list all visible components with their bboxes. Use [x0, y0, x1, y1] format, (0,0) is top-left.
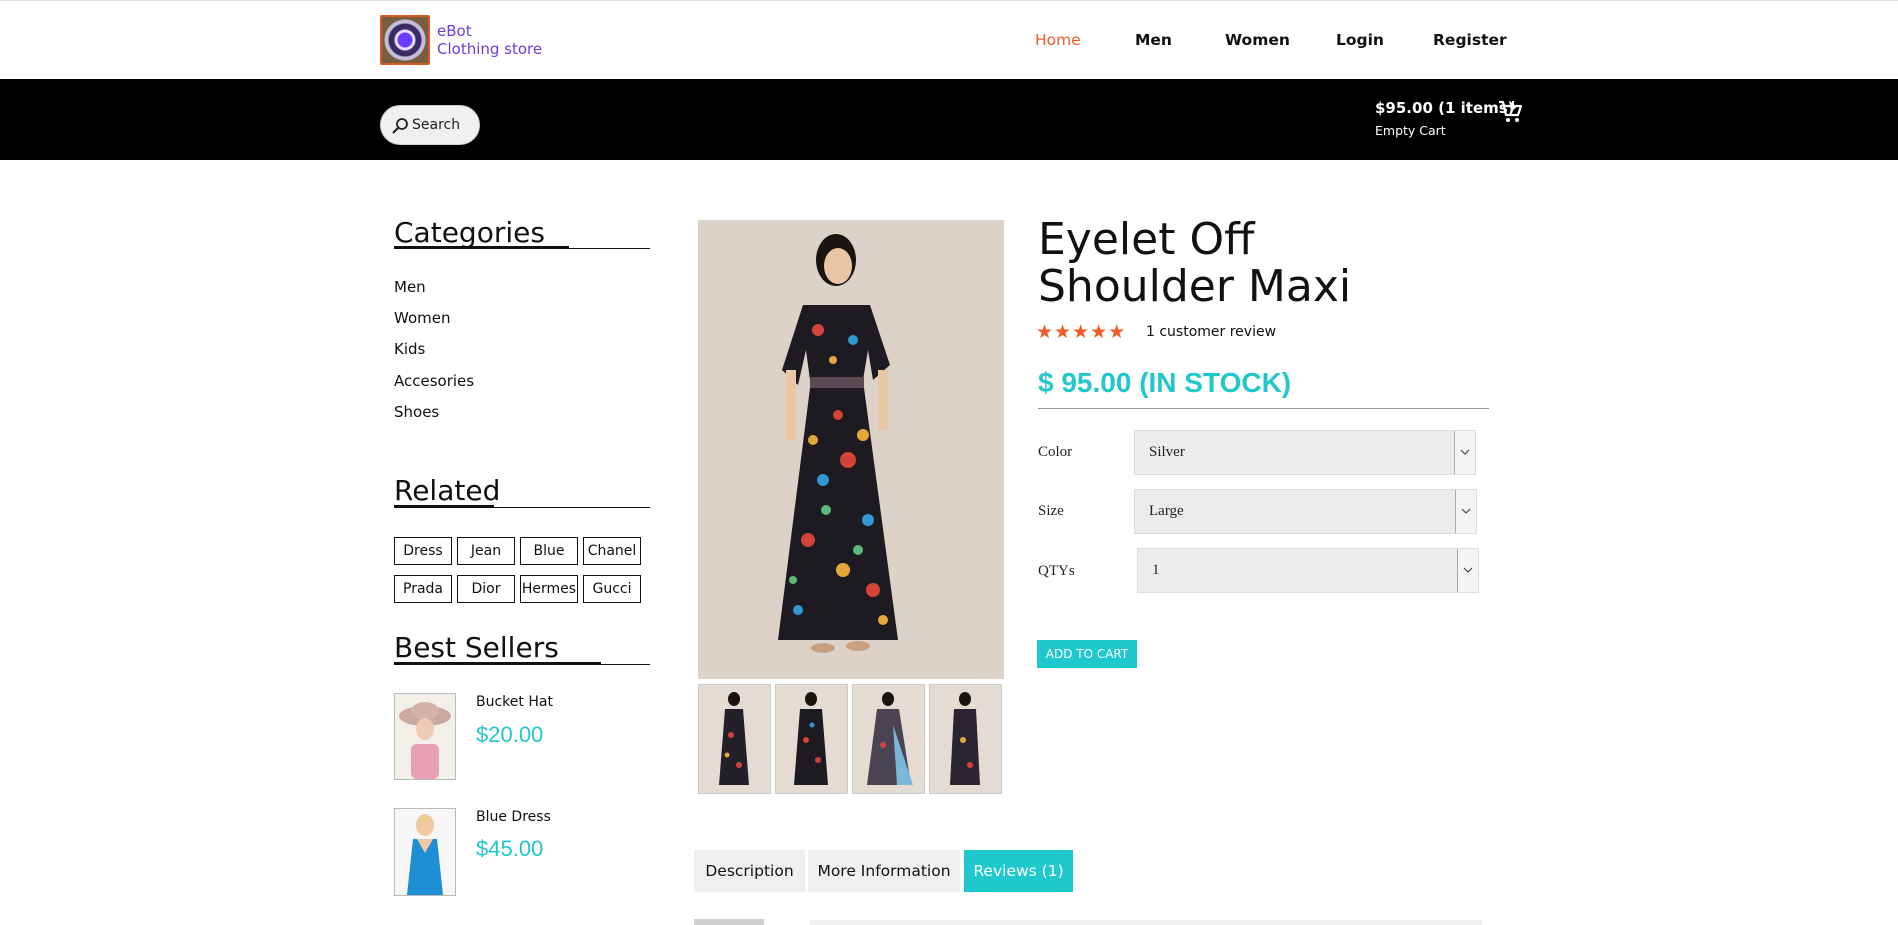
chevron-down-icon	[1457, 549, 1478, 592]
rating-stars: ★★★★★	[1036, 322, 1127, 343]
color-label: Color	[1038, 444, 1073, 460]
size-select[interactable]: Large	[1134, 489, 1477, 534]
cart-icon[interactable]	[1497, 98, 1523, 124]
tag-jean[interactable]: Jean	[457, 537, 515, 565]
logo-icon[interactable]	[380, 15, 430, 65]
chevron-down-icon	[1455, 490, 1476, 533]
nav-home[interactable]: Home	[1035, 31, 1081, 49]
cart-total[interactable]: $95.00 (1 items)	[1375, 99, 1515, 117]
bucket-hat-image[interactable]	[394, 693, 456, 780]
add-to-cart-button[interactable]: ADD TO CART	[1037, 640, 1137, 668]
categories-rule	[394, 248, 650, 249]
product-thumb-3[interactable]	[852, 684, 925, 794]
review-count-link[interactable]: 1 customer review	[1146, 324, 1276, 340]
top-header	[0, 0, 1898, 79]
tag-chanel[interactable]: Chanel	[583, 537, 641, 565]
brand-line2: Clothing store	[437, 40, 543, 58]
category-shoes[interactable]: Shoes	[394, 403, 439, 421]
best-sellers-rule	[394, 664, 650, 665]
toolbar	[0, 79, 1898, 160]
brand-line1: eBot	[437, 22, 472, 40]
product-price: $ 95.00 (IN STOCK)	[1038, 367, 1292, 398]
nav-login[interactable]: Login	[1336, 31, 1384, 49]
tab-description[interactable]: Description	[694, 850, 805, 892]
tag-gucci[interactable]: Gucci	[583, 575, 641, 603]
size-label: Size	[1038, 503, 1064, 519]
review-form-edge	[694, 919, 764, 925]
nav-women[interactable]: Women	[1225, 31, 1290, 49]
tab-reviews[interactable]: Reviews (1)	[964, 850, 1073, 892]
category-kids[interactable]: Kids	[394, 340, 425, 358]
search-button[interactable]: Search	[380, 105, 480, 145]
search-label: Search	[412, 117, 461, 133]
product-thumb-1[interactable]	[698, 684, 771, 794]
price-divider	[1038, 408, 1489, 409]
color-value: Silver	[1149, 444, 1185, 460]
best-item-price-1: $20.00	[476, 722, 544, 747]
product-thumb-4[interactable]	[929, 684, 1002, 794]
chevron-down-icon	[1454, 431, 1475, 474]
category-women[interactable]: Women	[394, 309, 450, 327]
product-main-image[interactable]	[698, 220, 1004, 679]
review-panel-edge	[810, 920, 1482, 925]
related-title: Related	[394, 474, 501, 507]
brand-name[interactable]: eBot Clothing store	[437, 22, 542, 58]
tag-hermes[interactable]: Hermes	[520, 575, 578, 603]
search-icon	[392, 118, 408, 134]
size-value: Large	[1149, 503, 1184, 519]
blue-dress-image[interactable]	[394, 808, 456, 896]
best-item-name-1[interactable]: Bucket Hat	[476, 694, 553, 710]
best-item-name-2[interactable]: Blue Dress	[476, 809, 551, 825]
qty-label: QTYs	[1038, 563, 1075, 579]
tag-prada[interactable]: Prada	[394, 575, 452, 603]
tab-more-information[interactable]: More Information	[808, 850, 960, 892]
category-accesories[interactable]: Accesories	[394, 372, 474, 390]
best-sellers-title: Best Sellers	[394, 631, 559, 664]
qty-value: 1	[1152, 562, 1160, 578]
empty-cart-link[interactable]: Empty Cart	[1375, 123, 1446, 138]
related-rule	[394, 507, 650, 508]
category-men[interactable]: Men	[394, 278, 426, 296]
nav-register[interactable]: Register	[1433, 31, 1507, 49]
qty-select[interactable]: 1	[1137, 548, 1479, 593]
nav-men[interactable]: Men	[1135, 31, 1172, 49]
tag-dress[interactable]: Dress	[394, 537, 452, 565]
product-thumb-2[interactable]	[775, 684, 848, 794]
product-title: Eyelet Off Shoulder Maxi	[1038, 214, 1352, 312]
tag-dior[interactable]: Dior	[457, 575, 515, 603]
tag-blue[interactable]: Blue	[520, 537, 578, 565]
best-item-price-2: $45.00	[476, 836, 544, 861]
color-select[interactable]: Silver	[1134, 430, 1476, 475]
categories-title: Categories	[394, 216, 545, 249]
